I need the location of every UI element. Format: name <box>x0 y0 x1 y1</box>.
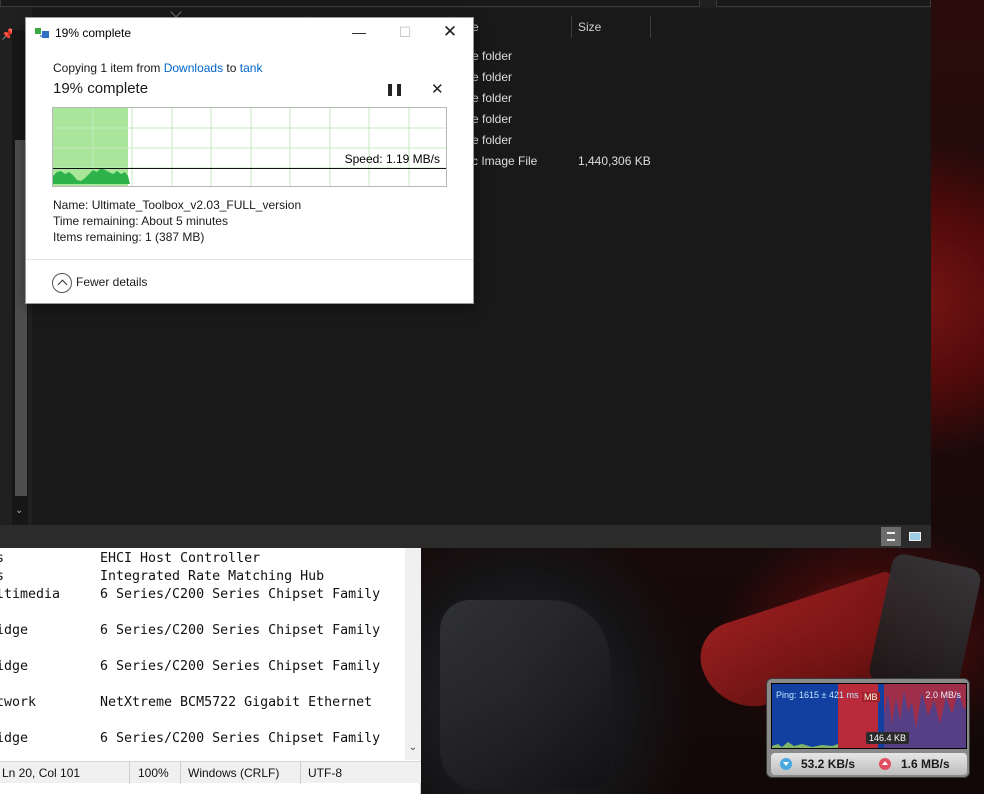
current-speed-line <box>53 168 446 169</box>
column-header-type[interactable]: e <box>472 20 479 34</box>
notepad-status-bar: Ln 20, Col 101 100% Windows (CRLF) UTF-8 <box>0 761 421 784</box>
file-type-cell[interactable]: e folder <box>472 91 512 105</box>
file-type-cell[interactable]: e folder <box>472 133 512 147</box>
transfer-total: 146.4 KB <box>866 732 910 744</box>
notepad-line-prefix: s <box>0 569 5 584</box>
file-size-cell[interactable]: 1,440,306 KB <box>578 154 651 168</box>
column-divider[interactable] <box>650 16 651 38</box>
notepad-line-text: 6 Series/C200 Series Chipset Family <box>100 587 381 602</box>
source-folder-link[interactable]: Downloads <box>164 61 223 75</box>
chevron-down-icon[interactable] <box>170 6 182 18</box>
copy-description: Copying 1 item from Downloads to tank <box>53 61 262 75</box>
address-bar[interactable] <box>0 0 700 7</box>
file-type-cell[interactable]: e folder <box>472 112 512 126</box>
max-rate-readout: 2.0 MB/s <box>925 690 961 700</box>
notepad-line-prefix: twork <box>0 695 37 710</box>
details-view-icon <box>887 532 895 541</box>
column-header-size[interactable]: Size <box>578 20 601 34</box>
wallpaper-art <box>440 600 610 790</box>
notepad-line-text: NetXtreme BCM5722 Gigabit Ethernet <box>100 695 373 710</box>
progress-headline: 19% complete <box>53 80 149 97</box>
maximize-icon: ☐ <box>398 24 412 40</box>
detail-items-label: Items remaining: <box>53 230 142 244</box>
notepad-window: s EHCI Host Controller s Integrated Rate Ma… <box>0 548 421 794</box>
download-rate: 53.2 KB/s <box>801 757 856 771</box>
status-divider <box>300 762 301 784</box>
cursor-position: Ln 20, Col 101 <box>2 766 81 780</box>
pause-icon: ❚❚ <box>385 82 404 96</box>
notepad-line-prefix: idge <box>0 659 29 674</box>
upload-arrow-icon <box>879 758 891 770</box>
scale-tag: MB <box>862 692 880 702</box>
notepad-line-prefix: s <box>0 551 5 566</box>
large-icons-view-button[interactable] <box>905 527 925 546</box>
file-copy-icon <box>35 28 49 39</box>
detail-name-label: Name: <box>53 198 89 212</box>
column-divider[interactable] <box>571 16 572 38</box>
copy-progress-dialog: 19% complete — ☐ ✕ Copying 1 item from D… <box>26 18 473 303</box>
details-view-button[interactable] <box>881 527 901 546</box>
notepad-line-text: 6 Series/C200 Series Chipset Family <box>100 623 381 638</box>
destination-folder-link[interactable]: tank <box>240 61 263 75</box>
network-traffic-graph: Ping: 1615 ± 421 ms MB 2.0 MB/s 146.4 KB <box>771 683 967 749</box>
detail-items-value: 1 (387 MB) <box>145 230 205 244</box>
detail-items-row: Items remaining: 1 (387 MB) <box>53 230 204 244</box>
notepad-line-text: EHCI Host Controller <box>100 551 261 566</box>
chevron-up-icon[interactable] <box>52 273 72 293</box>
search-box[interactable] <box>716 0 931 7</box>
notepad-line-text: 6 Series/C200 Series Chipset Family <box>100 731 381 746</box>
notepad-line-text: Integrated Rate Matching Hub <box>100 569 325 584</box>
speed-readout: Speed: 1.19 MB/s <box>344 152 440 166</box>
copy-mid-text: to <box>223 61 240 75</box>
network-meter-gadget: Ping: 1615 ± 421 ms MB 2.0 MB/s 146.4 KB… <box>766 678 970 778</box>
pause-button[interactable]: ❚❚ <box>385 82 404 96</box>
dialog-titlebar[interactable]: 19% complete — ☐ ✕ <box>26 18 473 48</box>
maximize-button[interactable]: ☐ <box>382 18 428 48</box>
file-type-cell[interactable]: c Image File <box>472 154 537 168</box>
explorer-status-bar <box>0 525 931 548</box>
fewer-details-button[interactable]: Fewer details <box>76 275 147 289</box>
status-divider <box>180 762 181 784</box>
upload-rate: 1.6 MB/s <box>901 757 950 771</box>
detail-name-row: Name: Ultimate_Toolbox_v2.03_FULL_versio… <box>53 198 301 212</box>
notepad-line-text: 6 Series/C200 Series Chipset Family <box>100 659 381 674</box>
ping-readout: Ping: 1615 ± 421 ms <box>776 690 859 700</box>
cancel-copy-button[interactable]: ✕ <box>431 80 444 98</box>
rate-readout-bar: 53.2 KB/s 1.6 MB/s <box>771 753 967 775</box>
line-ending: Windows (CRLF) <box>188 766 280 780</box>
scroll-down-icon[interactable]: ⌄ <box>15 505 23 516</box>
notepad-line-prefix: idge <box>0 623 29 638</box>
dialog-title: 19% complete <box>55 26 132 40</box>
zoom-level: 100% <box>138 766 169 780</box>
speed-history-area <box>53 168 130 184</box>
minimize-icon: — <box>352 24 366 40</box>
minimize-button[interactable]: — <box>336 18 382 48</box>
detail-time-label: Time remaining: <box>53 214 139 228</box>
close-button[interactable]: ✕ <box>427 18 473 48</box>
detail-time-value: About 5 minutes <box>141 214 228 228</box>
file-type-cell[interactable]: e folder <box>472 70 512 84</box>
copy-prefix-text: Copying 1 item from <box>53 61 164 75</box>
detail-name-value: Ultimate_Toolbox_v2.03_FULL_version <box>91 198 302 212</box>
status-divider <box>129 762 130 784</box>
download-arrow-icon <box>780 758 792 770</box>
scroll-down-icon[interactable]: ⌄ <box>405 742 421 758</box>
file-type-cell[interactable]: e folder <box>472 49 512 63</box>
encoding: UTF-8 <box>308 766 342 780</box>
notepad-line-prefix: idge <box>0 731 29 746</box>
notepad-scrollbar[interactable] <box>405 548 421 760</box>
dialog-divider <box>26 259 473 260</box>
cancel-icon: ✕ <box>431 81 444 98</box>
large-icons-view-icon <box>909 532 921 541</box>
notepad-line-prefix: ltimedia <box>0 587 61 602</box>
detail-time-row: Time remaining: About 5 minutes <box>53 214 228 228</box>
close-icon: ✕ <box>442 22 458 41</box>
transfer-speed-graph: Speed: 1.19 MB/s <box>52 107 447 187</box>
